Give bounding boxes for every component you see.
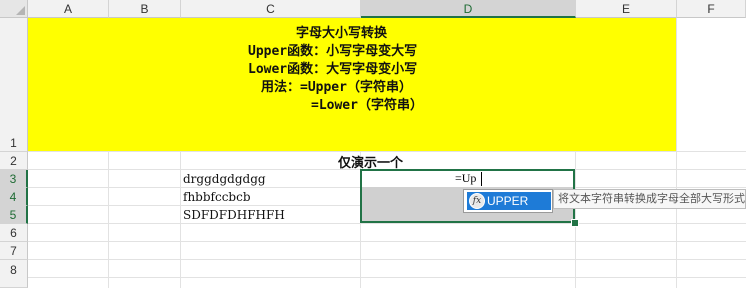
row-header-8[interactable]: 8 xyxy=(0,260,28,288)
banner-usage-lower-line: =Lower（字符串） xyxy=(311,98,423,113)
gridline xyxy=(28,241,746,242)
column-header-e[interactable]: E xyxy=(576,0,677,18)
gridline xyxy=(28,259,746,260)
gridline xyxy=(676,18,677,288)
function-tooltip: 将文本字符串转换成字母全部大写形式 xyxy=(553,189,746,209)
row-header-7[interactable]: 7 xyxy=(0,242,28,260)
fill-handle[interactable] xyxy=(571,219,579,227)
merged-banner-cell[interactable]: 字母大小写转换 Upper函数：小写字母变大写 Lower函数：大写字母变小写 … xyxy=(28,18,676,151)
column-header-a[interactable]: A xyxy=(28,0,109,18)
row-header-2[interactable]: 2 xyxy=(0,152,28,170)
banner-title: 字母大小写转换 xyxy=(296,26,388,41)
column-header-c[interactable]: C xyxy=(181,0,361,18)
column-header-b[interactable]: B xyxy=(109,0,181,18)
row-header-label: 7 xyxy=(10,244,17,258)
row-header-label: 1 xyxy=(10,136,17,150)
spreadsheet-grid[interactable]: 字母大小写转换 Upper函数：小写字母变大写 Lower函数：大写字母变小写 … xyxy=(0,0,746,288)
row-header-5[interactable]: 5 xyxy=(0,206,28,224)
cell-c4[interactable]: fhbbfccbcb xyxy=(183,190,251,204)
select-all-corner[interactable] xyxy=(0,0,28,18)
row-header-label: 6 xyxy=(10,226,17,240)
column-header-d[interactable]: D xyxy=(361,0,576,18)
row-header-3[interactable]: 3 xyxy=(0,170,28,188)
banner-upper-line: Upper函数：小写字母变大写 xyxy=(248,44,418,59)
cell-c5[interactable]: SDFDFDHFHFH xyxy=(183,208,285,222)
row-header-label: 2 xyxy=(10,154,17,168)
row-header-label: 4 xyxy=(9,190,17,204)
gridline xyxy=(28,223,746,224)
cell-c3[interactable]: drggdgdgdgg xyxy=(183,172,266,186)
column-header-f[interactable]: F xyxy=(677,0,746,18)
function-fx-icon: fx xyxy=(469,193,485,209)
row-header-label: 8 xyxy=(10,263,17,277)
row-header-label: 3 xyxy=(9,172,17,186)
row-header-4[interactable]: 4 xyxy=(0,188,28,206)
autocomplete-item-label: UPPER xyxy=(487,194,529,208)
select-all-triangle-icon xyxy=(16,6,25,15)
banner-lower-line: Lower函数：大写字母变小写 xyxy=(248,62,418,77)
autocomplete-item-upper[interactable]: fx UPPER xyxy=(467,192,551,210)
banner-usage-line: 用法：=Upper（字符串） xyxy=(261,80,412,95)
row-header-label: 5 xyxy=(9,208,17,222)
gridline xyxy=(28,277,746,278)
row-header-1[interactable]: 1 xyxy=(0,18,28,152)
row-header-6[interactable]: 6 xyxy=(0,224,28,242)
formula-autocomplete-list: fx UPPER xyxy=(463,189,553,213)
